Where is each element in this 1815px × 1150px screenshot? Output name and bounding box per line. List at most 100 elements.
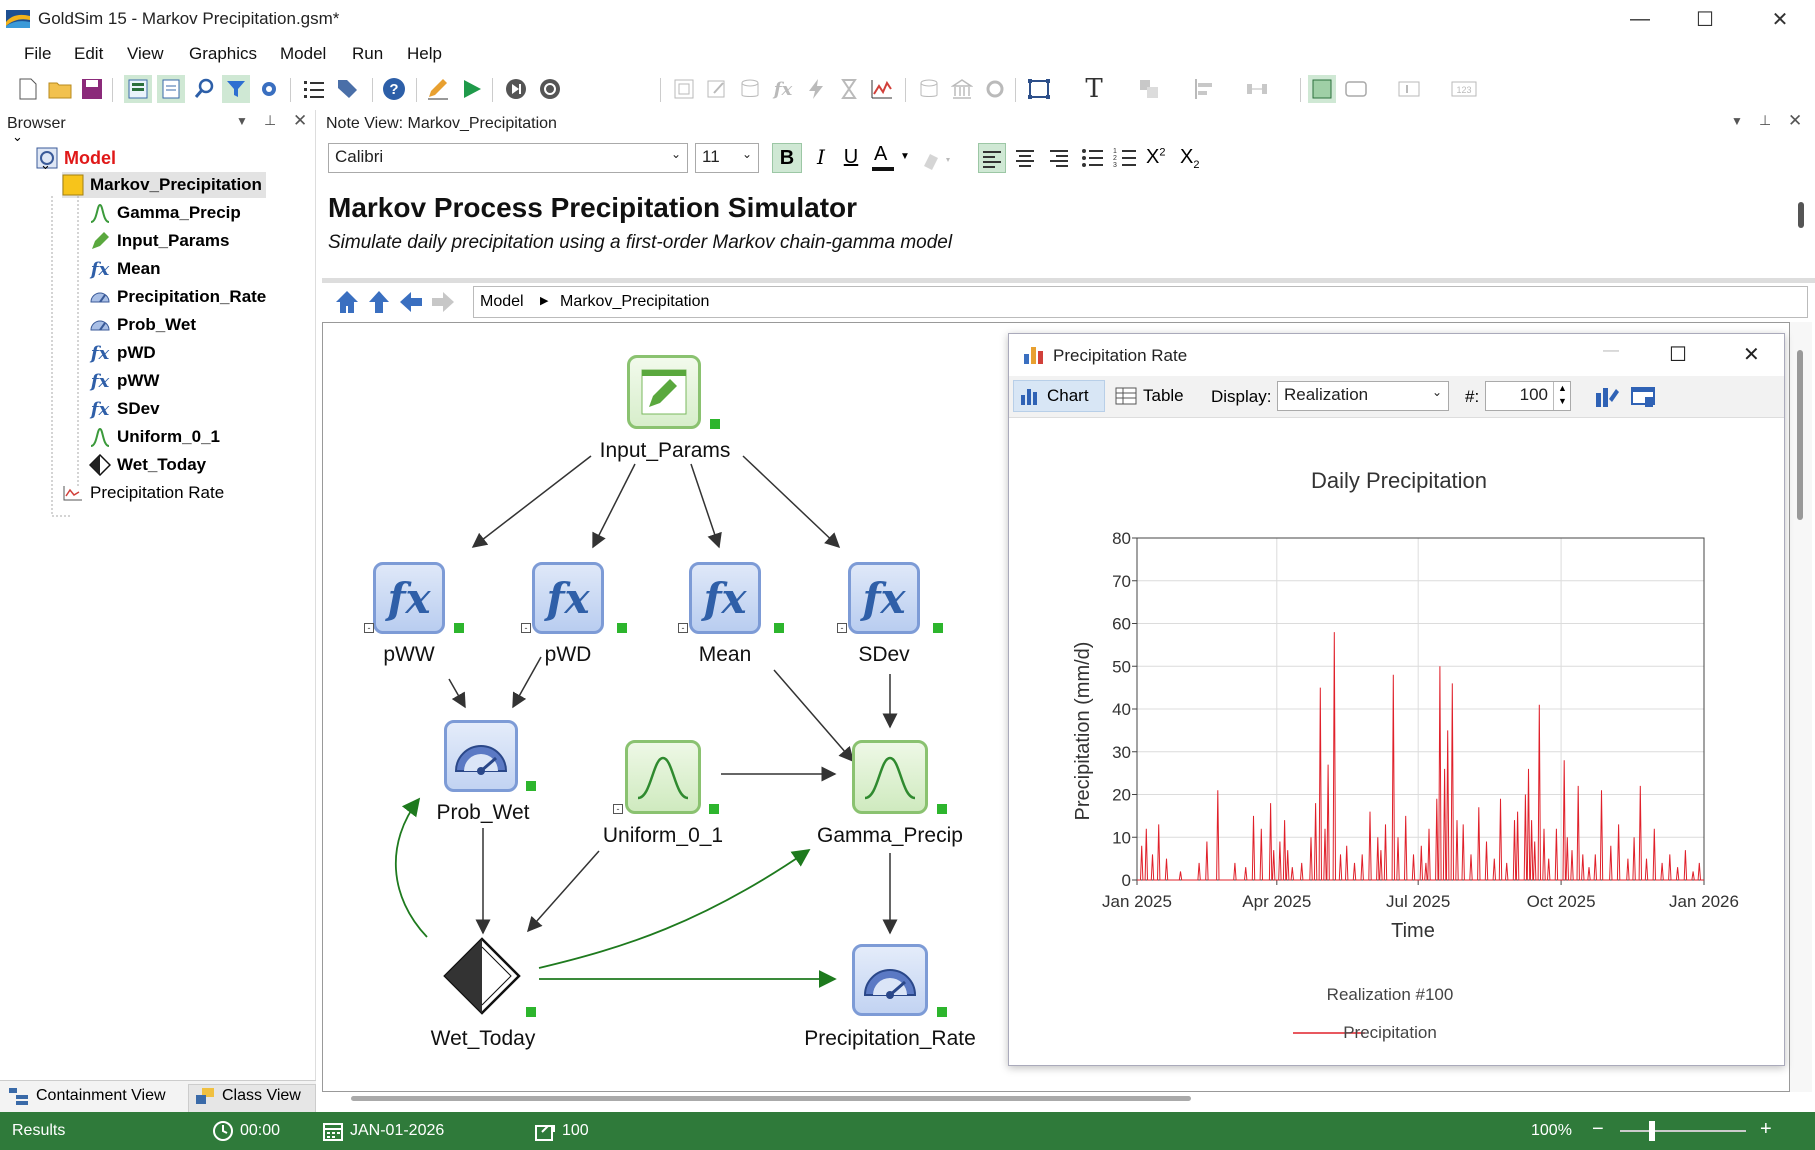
tag-icon[interactable] — [333, 75, 361, 103]
expand-toggle[interactable]: - — [837, 623, 847, 633]
filter-icon[interactable] — [222, 75, 250, 103]
note-content[interactable]: Markov Process Precipitation Simulator S… — [326, 182, 1791, 278]
bullet-list-button[interactable] — [1079, 143, 1107, 173]
note-scrollbar[interactable] — [1798, 202, 1804, 228]
collapse-chevron-icon[interactable]: ⌄ — [12, 129, 23, 145]
text-tool-icon[interactable]: T — [1080, 74, 1108, 104]
database-icon[interactable] — [915, 75, 943, 103]
close-button[interactable]: ✕ — [1743, 342, 1760, 367]
display-select[interactable]: Realization ⌄ — [1277, 381, 1449, 411]
pin-icon[interactable]: ⊥ — [264, 112, 276, 129]
tree-item-wet-today[interactable]: Wet_Today — [89, 452, 206, 478]
node-pww[interactable]: fx — [373, 562, 445, 634]
tab-chart[interactable]: Chart — [1013, 380, 1105, 412]
tree-item-input-params[interactable]: Input_Params — [89, 228, 229, 254]
container-icon[interactable] — [670, 75, 698, 103]
step-icon[interactable] — [502, 75, 530, 103]
data-element-icon[interactable] — [703, 75, 731, 103]
home-icon[interactable] — [334, 289, 360, 320]
vertical-scrollbar[interactable] — [1797, 350, 1803, 520]
node-uniform[interactable] — [625, 740, 701, 814]
pane-menu-icon[interactable]: ▼ — [236, 114, 248, 128]
tree-item-pww[interactable]: fx pWW — [89, 368, 160, 394]
zoom-in-button[interactable]: + — [1760, 1118, 1772, 1141]
back-arrow-icon[interactable] — [398, 289, 424, 320]
menu-file[interactable]: File — [24, 44, 51, 64]
browser-toggle-icon[interactable] — [124, 75, 152, 103]
gear-element-icon[interactable] — [981, 75, 1009, 103]
close-button[interactable]: ✕ — [1745, 0, 1815, 39]
tree-item-uniform[interactable]: Uniform_0_1 — [89, 424, 220, 450]
distribute-icon[interactable] — [1243, 75, 1271, 103]
tree-item-markov-precipitation[interactable]: Markov_Precipitation — [62, 172, 266, 198]
close-pane-icon[interactable]: ✕ — [1788, 111, 1802, 131]
event-icon[interactable] — [802, 75, 830, 103]
find-icon[interactable] — [190, 75, 218, 103]
numbered-list-button[interactable]: 123 — [1112, 143, 1140, 173]
align-left-button[interactable] — [978, 143, 1006, 173]
breadcrumb-model[interactable]: Model — [480, 293, 524, 311]
bold-button[interactable]: B — [772, 143, 802, 173]
menu-view[interactable]: View — [127, 44, 164, 64]
new-file-icon[interactable] — [14, 75, 42, 103]
underline-button[interactable]: U — [838, 143, 864, 173]
list-icon[interactable] — [300, 75, 328, 103]
tree-item-precipitation-rate[interactable]: Precipitation_Rate — [89, 284, 266, 310]
highlight-icon[interactable] — [920, 146, 954, 177]
font-color-button[interactable]: A ▼ — [870, 143, 910, 173]
minimize-button[interactable]: — — [1603, 342, 1619, 360]
forward-arrow-icon[interactable] — [430, 289, 456, 320]
open-folder-icon[interactable] — [46, 75, 74, 103]
pin-icon[interactable]: ⊥ — [1759, 112, 1771, 129]
node-sdev[interactable]: fx — [848, 562, 920, 634]
tab-table[interactable]: Table — [1111, 380, 1184, 412]
zoom-slider-track[interactable] — [1620, 1130, 1746, 1132]
align-right-button[interactable] — [1046, 143, 1074, 173]
zoom-slider-handle[interactable] — [1649, 1121, 1655, 1141]
node-mean[interactable]: fx — [689, 562, 761, 634]
financial-icon[interactable] — [948, 75, 976, 103]
font-size-select[interactable]: 11 ⌄ — [695, 143, 759, 173]
tab-class-view[interactable]: Class View — [194, 1086, 301, 1106]
superscript-button[interactable]: X2 — [1146, 146, 1165, 169]
maximize-button[interactable]: ☐ — [1669, 342, 1687, 367]
align-center-button[interactable] — [1012, 143, 1040, 173]
node-prob-wet[interactable] — [444, 720, 518, 792]
node-input-params[interactable] — [627, 355, 701, 429]
number-format-icon[interactable]: 123 — [1450, 75, 1478, 103]
pane-splitter[interactable] — [322, 278, 1815, 283]
menu-run[interactable]: Run — [352, 44, 383, 64]
chart-settings-icon[interactable] — [1631, 385, 1657, 409]
align-icon[interactable] — [1190, 75, 1218, 103]
group-icon[interactable] — [1135, 75, 1163, 103]
subscript-button[interactable]: X2 — [1180, 146, 1199, 171]
timer-icon[interactable] — [835, 75, 863, 103]
menu-help[interactable]: Help — [407, 44, 442, 64]
edit-mode-icon[interactable] — [424, 75, 452, 103]
save-icon[interactable] — [78, 75, 106, 103]
tree-item-gamma-precip[interactable]: Gamma_Precip — [89, 200, 241, 226]
tab-containment-view[interactable]: Containment View — [8, 1086, 166, 1106]
menu-graphics[interactable]: Graphics — [189, 44, 257, 64]
minimize-button[interactable]: — — [1605, 0, 1675, 39]
function-element-icon[interactable]: fx — [769, 75, 797, 103]
menu-model[interactable]: Model — [280, 44, 326, 64]
close-pane-icon[interactable]: ✕ — [293, 111, 307, 131]
run-icon[interactable] — [458, 75, 486, 103]
breadcrumb-container[interactable]: Markov_Precipitation — [560, 293, 709, 311]
realization-spinner[interactable]: ▲ ▼ — [1553, 382, 1571, 410]
zoom-out-button[interactable]: − — [1592, 1118, 1604, 1141]
label-style-icon[interactable] — [1395, 75, 1423, 103]
node-gamma-precip[interactable] — [852, 740, 928, 814]
tree-item-result-precipitation-rate[interactable]: Precipitation Rate — [62, 480, 224, 506]
graph-pane-icon[interactable] — [1308, 75, 1336, 103]
menu-edit[interactable]: Edit — [74, 44, 103, 64]
node-wet-today[interactable] — [443, 937, 521, 1015]
expand-toggle[interactable]: - — [364, 623, 374, 633]
expand-toggle[interactable]: - — [678, 623, 688, 633]
reset-icon[interactable] — [536, 75, 564, 103]
maximize-button[interactable]: ☐ — [1670, 0, 1740, 39]
tree-item-sdev[interactable]: fx SDev — [89, 396, 160, 422]
node-pwd[interactable]: fx — [532, 562, 604, 634]
settings-gear-icon[interactable] — [255, 75, 283, 103]
